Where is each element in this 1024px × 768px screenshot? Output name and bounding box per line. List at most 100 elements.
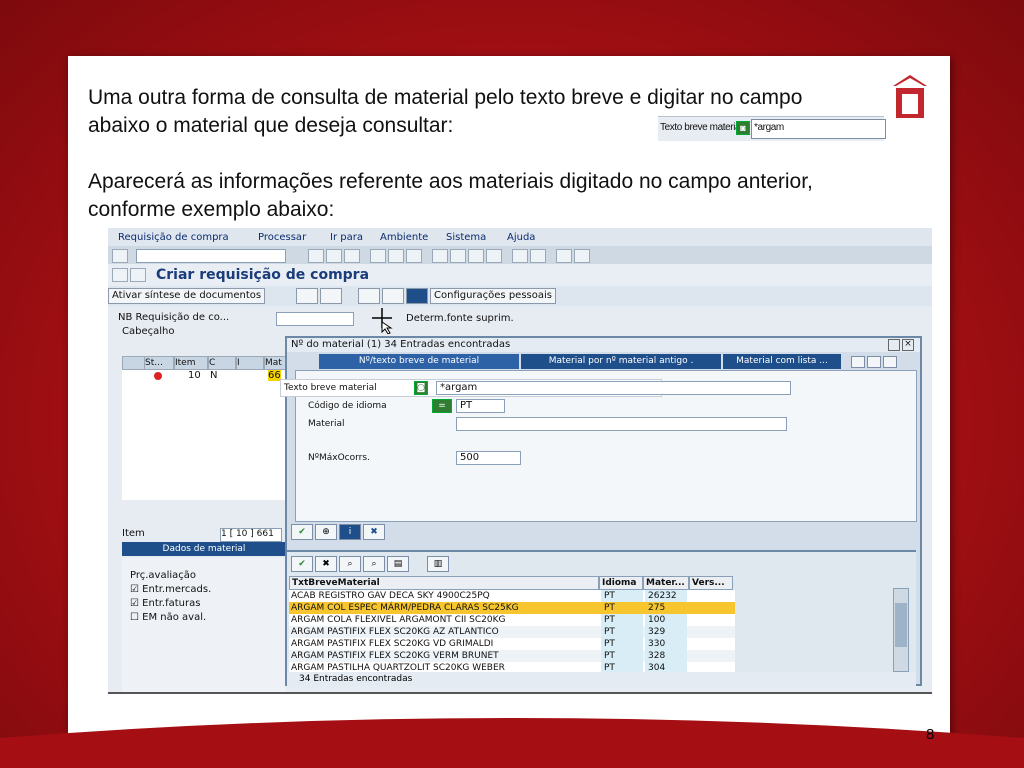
scrollbar-thumb[interactable]: [895, 603, 907, 647]
tab-dados-material[interactable]: Dados de material: [122, 542, 286, 556]
result-row[interactable]: ARGAM PASTIFIX FLEX SC20KG VERM BRUNET PT…: [289, 650, 735, 662]
em-nao-aval-label: EM não aval.: [142, 612, 207, 623]
col-versao[interactable]: Vers...: [689, 576, 733, 590]
doc-number-field[interactable]: [276, 312, 354, 326]
item-selector[interactable]: 1 [ 10 ] 661: [220, 528, 282, 542]
check-icon[interactable]: [112, 249, 128, 263]
cancel-icon[interactable]: [344, 249, 360, 263]
results-scrollbar[interactable]: [893, 588, 909, 672]
texto-breve-label: Texto breve material: [284, 383, 377, 393]
result-material: 329: [645, 626, 687, 638]
dialog-criteria-panel: Texto breve material ◙ *argam Código de …: [280, 370, 917, 522]
new-doc-icon[interactable]: [296, 288, 318, 304]
col-material[interactable]: Mater...: [643, 576, 689, 590]
doc-type-select[interactable]: NB Requisição de co...: [118, 312, 229, 323]
menu-requisicao[interactable]: Requisição de compra: [118, 232, 229, 243]
help-icon[interactable]: [556, 249, 572, 263]
header-toggle[interactable]: Cabeçalho: [122, 326, 174, 337]
em-nao-aval-checkbox[interactable]: ☐ EM não aval.: [130, 612, 206, 623]
shortcut-icon[interactable]: [530, 249, 546, 263]
other-doc-icon[interactable]: [320, 288, 342, 304]
result-row[interactable]: ARGAM COLA FLEXIVEL ARGAMONT CII SC20KG P…: [289, 614, 735, 626]
equals-icon[interactable]: =: [432, 399, 452, 413]
info-button-icon[interactable]: i: [339, 524, 361, 540]
grid-select-all[interactable]: [122, 356, 146, 370]
find-icon[interactable]: [388, 249, 404, 263]
menu-sistema[interactable]: Sistema: [446, 232, 486, 243]
result-row[interactable]: ARGAM PASTIFIX FLEX SC20KG VD GRIMALDI PT…: [289, 638, 735, 650]
entr-mercads-checkbox[interactable]: ☑ Entr.mercads.: [130, 584, 211, 595]
results-find-icon[interactable]: ⌕: [339, 556, 361, 572]
layout-icon[interactable]: [574, 249, 590, 263]
first-page-icon[interactable]: [432, 249, 448, 263]
print-icon[interactable]: [370, 249, 386, 263]
grid-col-c[interactable]: C: [208, 356, 236, 370]
back-icon[interactable]: [308, 249, 324, 263]
next-page-icon[interactable]: [468, 249, 484, 263]
grid-col-i[interactable]: I: [236, 356, 264, 370]
application-toolbar: Ativar síntese de documentos Configuraçõ…: [108, 286, 932, 306]
page-number: 8: [926, 726, 935, 743]
tab-texto-breve[interactable]: Nº/texto breve de material: [319, 354, 520, 369]
entr-mercads-label: Entr.mercads.: [142, 584, 212, 595]
menu-processar[interactable]: Processar: [258, 232, 306, 243]
close-icon[interactable]: ×: [902, 339, 914, 351]
personal-settings-button[interactable]: Configurações pessoais: [430, 288, 556, 304]
home-icon[interactable]: [890, 72, 930, 122]
find-next-icon[interactable]: [406, 249, 422, 263]
result-text: ACAB REGISTRO GAV DECA SKY 4900C25PQ: [291, 591, 490, 601]
dialog-title-bar: Nº do material (1) 34 Entradas encontrad…: [287, 338, 920, 352]
determ-source-checkbox[interactable]: Determ.fonte suprim.: [406, 313, 514, 324]
grid-col-item[interactable]: Item: [174, 356, 208, 370]
results-print-icon[interactable]: ▥: [427, 556, 449, 572]
tab-scroll-right-icon[interactable]: [867, 356, 881, 368]
result-idioma: PT: [601, 614, 643, 626]
grid-mat-value[interactable]: 66: [268, 370, 281, 381]
exit-icon[interactable]: [326, 249, 342, 263]
check-doc-icon[interactable]: [382, 288, 404, 304]
status-red-icon: [154, 372, 162, 380]
results-close-icon[interactable]: ✖: [315, 556, 337, 572]
tab-list-icon[interactable]: [883, 356, 897, 368]
result-row[interactable]: ARGAM PASTIFIX FLEX SC20KG AZ ATLANTICO P…: [289, 626, 735, 638]
hold-icon[interactable]: [358, 288, 380, 304]
select-option-icon[interactable]: ◙: [414, 381, 428, 395]
idioma-input[interactable]: PT: [456, 399, 505, 413]
entr-faturas-checkbox[interactable]: ☑ Entr.faturas: [130, 598, 200, 609]
user-menu-icon[interactable]: [112, 268, 128, 282]
result-text: ARGAM PASTIFIX FLEX SC20KG AZ ATLANTICO: [291, 627, 499, 637]
activate-summary-button[interactable]: Ativar síntese de documentos: [108, 288, 266, 304]
menu-ir-para[interactable]: Ir para: [330, 232, 363, 243]
cancel-button-icon[interactable]: ✖: [363, 524, 385, 540]
info-icon[interactable]: [406, 288, 428, 304]
results-filter-icon[interactable]: ▤: [387, 556, 409, 572]
tab-material-lista[interactable]: Material com lista ...: [723, 354, 842, 369]
command-field[interactable]: [136, 249, 286, 263]
confirm-icon[interactable]: ✔: [291, 524, 313, 540]
minimize-icon[interactable]: [888, 339, 900, 351]
prc-avaliacao-label: Prç.avaliação: [130, 570, 197, 581]
grid-col-status[interactable]: St...: [144, 356, 174, 370]
result-material: 330: [645, 638, 687, 650]
prev-page-icon[interactable]: [450, 249, 466, 263]
col-idioma[interactable]: Idioma: [599, 576, 643, 590]
result-text: ARGAM PASTIFIX FLEX SC20KG VD GRIMALDI: [291, 639, 494, 649]
results-find-next-icon[interactable]: ⌕: [363, 556, 385, 572]
last-page-icon[interactable]: [486, 249, 502, 263]
result-row[interactable]: ACAB REGISTRO GAV DECA SKY 4900C25PQ PT 26…: [289, 590, 735, 602]
page-title: Criar requisição de compra: [156, 267, 370, 283]
tab-material-antigo[interactable]: Material por nº material antigo .: [521, 354, 722, 369]
menu-ambiente[interactable]: Ambiente: [380, 232, 428, 243]
results-confirm-icon[interactable]: ✔: [291, 556, 313, 572]
tab-scroll-left-icon[interactable]: [851, 356, 865, 368]
max-ocorrs-input[interactable]: 500: [456, 451, 521, 465]
menu-ajuda[interactable]: Ajuda: [507, 232, 535, 243]
multiple-selection-icon[interactable]: ⊕: [315, 524, 337, 540]
col-txtbreve[interactable]: TxtBreveMaterial: [289, 576, 599, 590]
new-session-icon[interactable]: [512, 249, 528, 263]
sap-menu-icon[interactable]: [130, 268, 146, 282]
material-input[interactable]: [456, 417, 787, 431]
dialog-title: Nº do material (1) 34 Entradas encontrad…: [291, 339, 511, 350]
texto-breve-input[interactable]: *argam: [436, 381, 791, 395]
result-row[interactable]: ARGAM COL ESPEC MÁRM/PEDRA CLARAS SC25KG…: [289, 602, 735, 614]
